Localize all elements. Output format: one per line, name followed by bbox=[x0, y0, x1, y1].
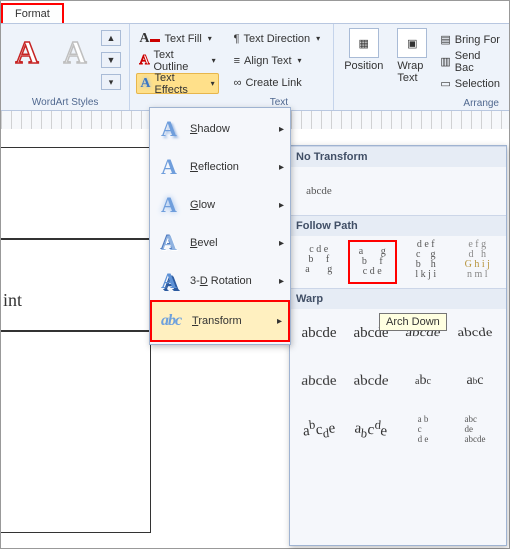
align-text-icon: ≡ bbox=[234, 55, 240, 67]
transform-gallery: No Transform abcde Follow Path c d eb fa… bbox=[289, 145, 507, 546]
effect-reflection-label: Reflection bbox=[190, 161, 239, 173]
effect-transform[interactable]: abc Transform▸ bbox=[150, 300, 290, 342]
bring-forward-button[interactable]: ▤ Bring For bbox=[437, 30, 503, 49]
no-transform-sample[interactable]: abcde bbox=[296, 171, 342, 211]
bevel-icon: A bbox=[156, 230, 182, 256]
follow-path-button[interactable]: e f gd hG h i jn m l bbox=[455, 240, 501, 280]
text-direction-button[interactable]: ¶ Text Direction ▾ bbox=[231, 29, 328, 48]
effect-bevel[interactable]: A Bevel▸ bbox=[150, 224, 290, 262]
text-effects-menu: A Shadow▸ A Reflection▸ A Glow▸ A Bevel▸… bbox=[149, 107, 291, 345]
text-effects-icon: A bbox=[140, 76, 150, 92]
ribbon: A A ▲ ▼ ▾ WordArt Styles A Text Fill ▾ A… bbox=[1, 24, 509, 111]
group-label-arrange: Arrange bbox=[338, 96, 505, 111]
effect-reflection[interactable]: A Reflection▸ bbox=[150, 148, 290, 186]
wordart-style-2[interactable]: A bbox=[53, 30, 97, 74]
bring-forward-icon: ▤ bbox=[440, 33, 450, 46]
text-outline-icon: A bbox=[139, 53, 149, 69]
effect-3d-rotation-label: 3-D Rotation bbox=[190, 275, 252, 287]
selection-pane-icon: ▭ bbox=[440, 77, 450, 90]
text-fill-button[interactable]: A Text Fill ▾ bbox=[136, 29, 218, 48]
effect-bevel-label: Bevel bbox=[190, 237, 218, 249]
warp-2-3[interactable]: abc bbox=[400, 361, 446, 401]
reflection-icon: A bbox=[156, 154, 182, 180]
wrap-text-label: Wrap Text bbox=[397, 60, 427, 84]
warp-2-4[interactable]: abc bbox=[452, 361, 498, 401]
tab-format[interactable]: Format bbox=[1, 3, 64, 23]
warp-3-2[interactable]: abcde bbox=[346, 407, 396, 452]
follow-path-arch-up[interactable]: c d eb fa g bbox=[296, 240, 342, 280]
group-label-wordart: WordArt Styles bbox=[5, 95, 125, 110]
selection-pane-button[interactable]: ▭ Selection bbox=[437, 74, 503, 93]
send-backward-label: Send Bac bbox=[455, 50, 500, 74]
align-text-button[interactable]: ≡ Align Text ▾ bbox=[231, 51, 328, 70]
gallery-header-follow-path: Follow Path bbox=[290, 215, 506, 236]
position-button[interactable]: ▦ Position bbox=[338, 26, 389, 96]
bring-forward-label: Bring For bbox=[455, 34, 500, 46]
text-effects-label: Text Effects bbox=[154, 72, 204, 96]
gallery-down-icon[interactable]: ▼ bbox=[101, 52, 121, 68]
send-backward-icon: ▥ bbox=[440, 55, 450, 68]
transform-icon: abc bbox=[158, 308, 184, 334]
effect-shadow-label: Shadow bbox=[190, 123, 230, 135]
effect-3d-rotation[interactable]: A 3-D Rotation▸ bbox=[150, 262, 290, 300]
effect-shadow[interactable]: A Shadow▸ bbox=[150, 110, 290, 148]
document-text: int bbox=[1, 240, 150, 311]
send-backward-button[interactable]: ▥ Send Bac bbox=[437, 52, 503, 71]
text-outline-button[interactable]: A Text Outline ▾ bbox=[136, 51, 218, 70]
effect-glow-label: Glow bbox=[190, 199, 215, 211]
align-text-label: Align Text bbox=[244, 55, 292, 67]
glow-icon: A bbox=[156, 192, 182, 218]
tooltip-arch-down: Arch Down bbox=[379, 313, 447, 331]
text-fill-label: Text Fill bbox=[164, 33, 201, 45]
rotation-3d-icon: A bbox=[156, 268, 182, 294]
warp-3-4[interactable]: abcdeabcde bbox=[452, 409, 498, 449]
wrap-text-icon: ▣ bbox=[397, 28, 427, 58]
text-direction-icon: ¶ bbox=[234, 33, 240, 45]
wordart-gallery[interactable]: A A bbox=[5, 26, 97, 95]
shadow-icon: A bbox=[156, 116, 182, 142]
create-link-label: Create Link bbox=[245, 77, 301, 89]
text-direction-label: Text Direction bbox=[244, 33, 311, 45]
gallery-more-icon[interactable]: ▾ bbox=[101, 74, 121, 90]
gallery-header-no-transform: No Transform bbox=[290, 146, 506, 167]
selection-pane-label: Selection bbox=[455, 78, 500, 90]
warp-1-1[interactable]: abcde bbox=[296, 313, 342, 353]
gallery-header-warp: Warp bbox=[290, 288, 506, 309]
gallery-up-icon[interactable]: ▲ bbox=[101, 30, 121, 46]
warp-2-2[interactable]: abcde bbox=[345, 360, 396, 398]
wordart-style-1[interactable]: A bbox=[5, 30, 49, 74]
warp-1-4[interactable]: abcde bbox=[450, 317, 500, 349]
warp-3-1[interactable]: abcde bbox=[294, 407, 344, 452]
wrap-text-button[interactable]: ▣ Wrap Text bbox=[391, 26, 433, 96]
text-outline-label: Text Outline bbox=[153, 49, 205, 73]
effect-transform-label: Transform bbox=[192, 315, 242, 327]
position-icon: ▦ bbox=[349, 28, 379, 58]
text-effects-button[interactable]: A Text Effects ▾ bbox=[136, 73, 218, 94]
follow-path-arch-down[interactable]: a gb fc d e bbox=[348, 240, 398, 284]
text-fill-icon: A bbox=[139, 31, 160, 47]
link-icon: ∞ bbox=[234, 77, 242, 89]
create-link-button[interactable]: ∞ Create Link bbox=[231, 73, 328, 92]
warp-3-3[interactable]: a bcd e bbox=[400, 409, 446, 449]
position-label: Position bbox=[344, 60, 383, 72]
warp-2-1[interactable]: abcde bbox=[293, 364, 344, 402]
follow-path-circle[interactable]: d e fc gb hl k j i bbox=[403, 240, 449, 280]
effect-glow[interactable]: A Glow▸ bbox=[150, 186, 290, 224]
